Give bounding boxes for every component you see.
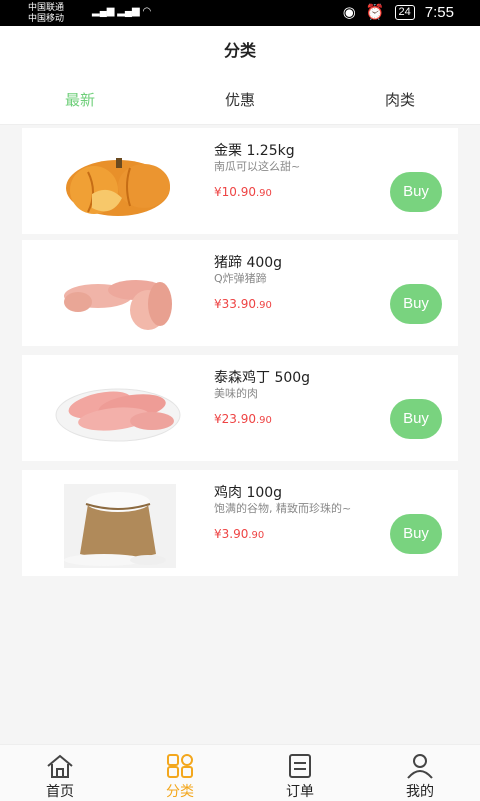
product-description: 南瓜可以这么甜~ [214, 160, 301, 173]
grid-icon [167, 754, 193, 778]
product-card[interactable]: 猪蹄 400g Q炸弹猪蹄 ¥33.90.90 Buy [22, 240, 458, 346]
product-description: 饱满的谷物, 精致而珍珠的~ [214, 502, 352, 515]
product-name: 鸡肉 100g [214, 485, 283, 501]
carrier-info: 中国联通 中国移动 [28, 2, 64, 24]
tab-label: 优惠 [224, 91, 255, 109]
product-name: 金栗 1.25kg [214, 143, 295, 159]
price-main: ¥33.90 [214, 297, 256, 311]
page-title: 分类 [223, 41, 256, 60]
bottom-navigation: 首页 分类 订单 我的 [0, 744, 480, 801]
nav-orders[interactable]: 订单 [240, 745, 360, 801]
battery-indicator: 24 [394, 4, 415, 20]
pumpkin-image [48, 132, 188, 230]
status-right: ◉ ⏰ 24 7:55 [342, 3, 454, 22]
nav-label: 我的 [406, 784, 434, 800]
product-name: 泰森鸡丁 500g [214, 370, 311, 386]
order-icon [289, 754, 311, 778]
nav-category[interactable]: 分类 [120, 745, 240, 801]
home-icon [47, 754, 73, 778]
user-icon [407, 754, 433, 779]
price-small: .90 [256, 300, 272, 311]
product-price: ¥33.90.90 [214, 297, 272, 311]
pig-trotters-image [48, 244, 188, 342]
product-name: 猪蹄 400g [214, 255, 283, 271]
product-price: ¥10.90.90 [214, 185, 272, 199]
status-bar: 中国联通 中国移动 ▂▄▆ ▂▄▆ ◠ ◉ ⏰ 24 7:55 [0, 0, 480, 26]
tab-label: 肉类 [384, 91, 415, 109]
nav-label: 首页 [46, 784, 74, 800]
category-tabs: 最新 优惠 肉类 [0, 76, 480, 125]
nav-label: 分类 [166, 784, 194, 800]
eye-icon: ◉ [342, 4, 356, 21]
clock: 7:55 [424, 3, 454, 21]
price-main: ¥23.90 [214, 412, 256, 426]
product-card[interactable]: 泰森鸡丁 500g 美味的肉 ¥23.90.90 Buy [22, 355, 458, 461]
rice-sack-image [48, 474, 188, 572]
alarm-icon: ⏰ [365, 4, 385, 21]
price-small: .90 [256, 188, 272, 199]
buy-button[interactable]: Buy [390, 399, 442, 439]
price-small: .90 [256, 415, 272, 426]
carrier-1: 中国联通 [28, 2, 65, 12]
tab-label: 最新 [64, 91, 95, 109]
product-price: ¥23.90.90 [214, 412, 272, 426]
product-card[interactable]: 鸡肉 100g 饱满的谷物, 精致而珍珠的~ ¥3.90.90 Buy [22, 470, 458, 576]
price-main: ¥3.90 [214, 527, 249, 541]
buy-button[interactable]: Buy [390, 514, 442, 554]
buy-button[interactable]: Buy [390, 284, 442, 324]
signal-icons: ▂▄▆ ▂▄▆ ◠ [92, 6, 152, 17]
chicken-breast-image [48, 359, 188, 457]
price-main: ¥10.90 [214, 185, 256, 199]
nav-label: 订单 [286, 784, 314, 800]
product-description: Q炸弹猪蹄 [214, 272, 267, 285]
buy-button[interactable]: Buy [390, 172, 442, 212]
product-description: 美味的肉 [214, 387, 258, 400]
tab-latest[interactable]: 最新 [20, 76, 140, 124]
nav-home[interactable]: 首页 [0, 745, 120, 801]
tab-discount[interactable]: 优惠 [180, 76, 300, 124]
product-card[interactable]: 金栗 1.25kg 南瓜可以这么甜~ ¥10.90.90 Buy [22, 128, 458, 234]
tab-meat[interactable]: 肉类 [340, 76, 460, 124]
nav-mine[interactable]: 我的 [360, 745, 480, 801]
page-header: 分类 [0, 26, 480, 76]
carrier-2: 中国移动 [28, 13, 65, 23]
price-small: .90 [248, 530, 265, 541]
product-price: ¥3.90.90 [214, 527, 264, 541]
